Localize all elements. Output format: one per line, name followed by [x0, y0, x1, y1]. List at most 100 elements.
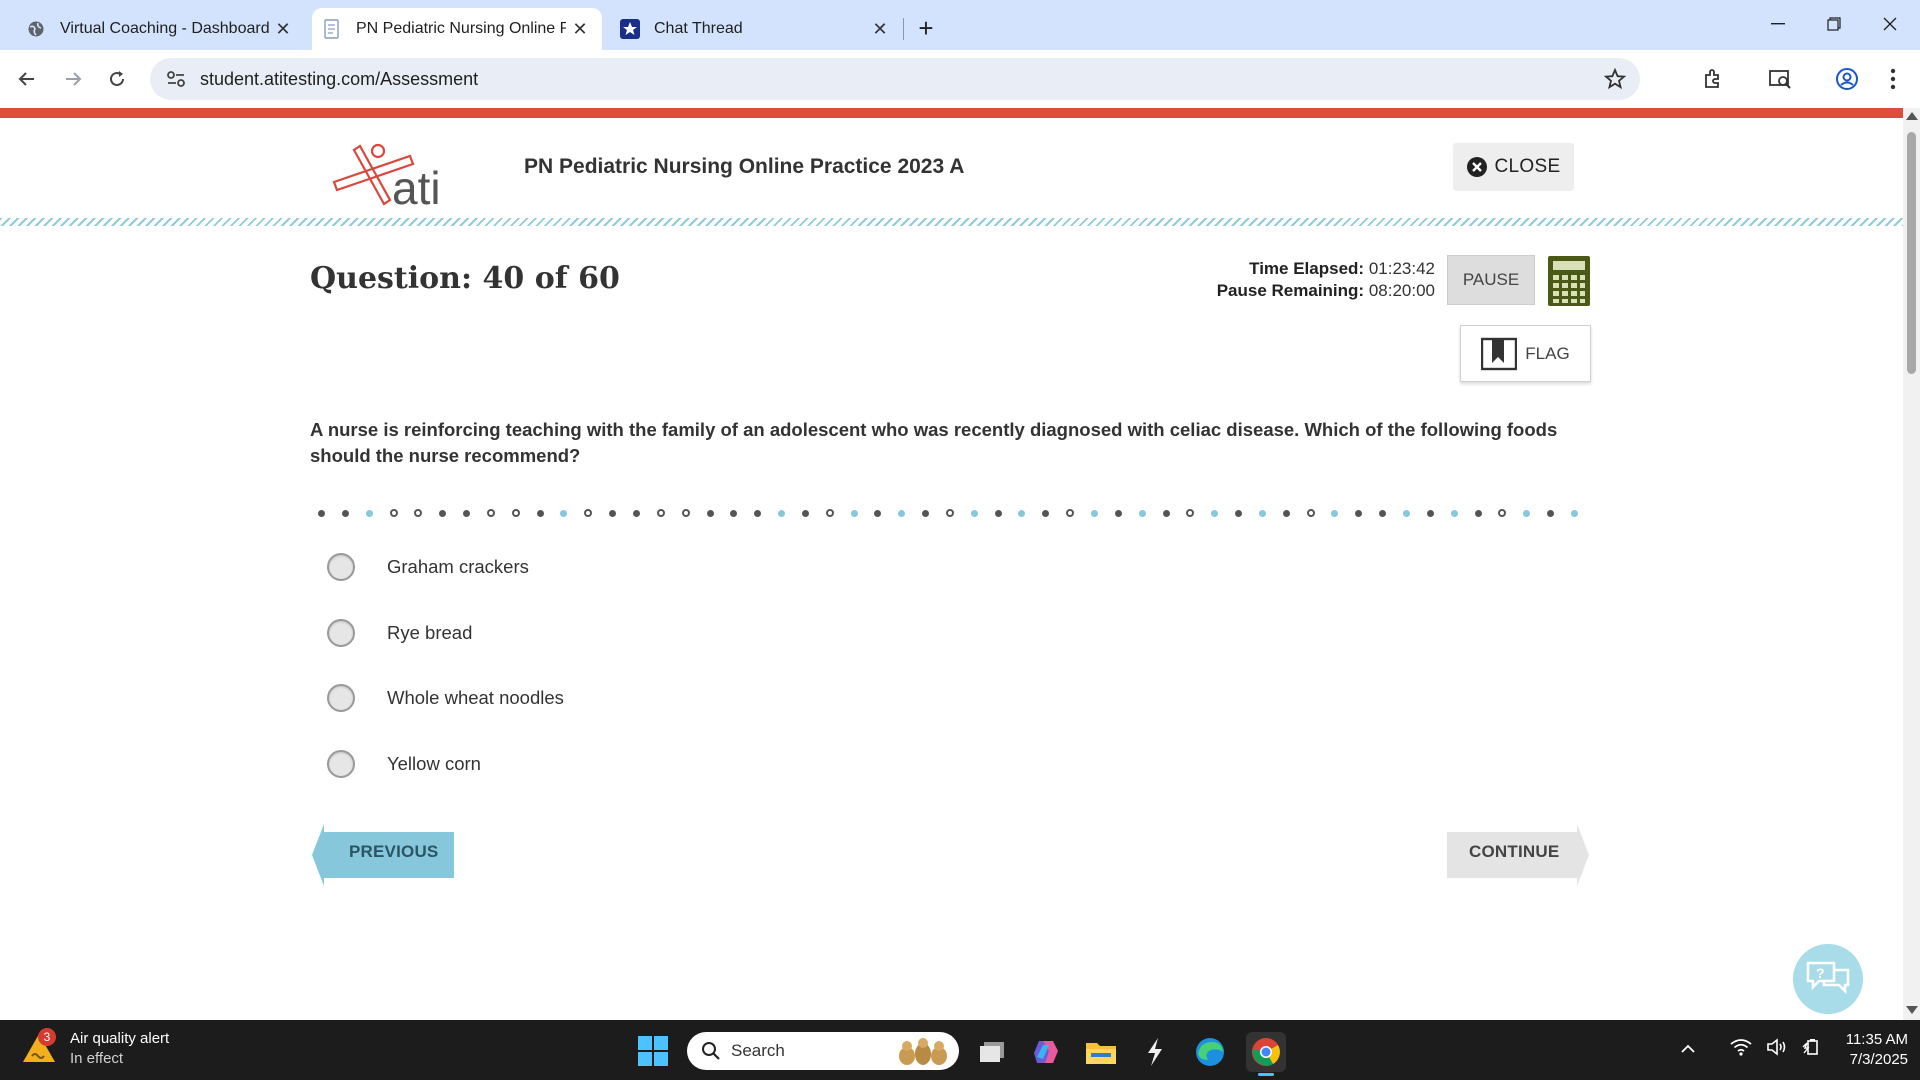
answer-option-1[interactable]: Graham crackers	[327, 547, 529, 587]
forward-icon[interactable]	[56, 62, 90, 96]
progress-dot	[1547, 509, 1555, 517]
chrome-browser-icon[interactable]	[1246, 1032, 1286, 1076]
close-button[interactable]: CLOSE	[1453, 143, 1574, 191]
pause-button[interactable]: PAUSE	[1447, 255, 1535, 305]
close-tab-icon[interactable]: ✕	[269, 15, 297, 43]
calculator-icon[interactable]	[1547, 255, 1591, 307]
active-app-indicator	[1258, 1073, 1274, 1076]
alert-subtitle: In effect	[70, 1050, 124, 1067]
volume-icon[interactable]	[1766, 1038, 1788, 1061]
chat-help-icon: ?	[1806, 961, 1850, 995]
continue-label: CONTINUE	[1469, 842, 1560, 861]
weather-widget[interactable]: 3 Air quality alert In effect	[22, 1028, 169, 1069]
restore-icon[interactable]	[1806, 4, 1862, 44]
radio-button[interactable]	[327, 684, 355, 712]
answer-option-2[interactable]: Rye bread	[327, 613, 472, 653]
help-chat-button[interactable]: ?	[1793, 944, 1863, 1014]
close-tab-icon[interactable]: ✕	[566, 15, 594, 43]
scroll-up-icon[interactable]	[1906, 112, 1918, 120]
close-tab-icon[interactable]: ✕	[866, 15, 894, 43]
tab-chat-thread[interactable]: Chat Thread ✕	[602, 8, 902, 50]
timer-panel: Time Elapsed: 01:23:42 Pause Remaining: …	[1150, 258, 1435, 302]
scroll-down-icon[interactable]	[1906, 1006, 1918, 1014]
more-menu-icon[interactable]	[1878, 64, 1908, 94]
progress-dot	[1450, 509, 1458, 517]
tab-title: Chat Thread	[654, 20, 743, 37]
radio-button[interactable]	[327, 553, 355, 581]
progress-dot	[994, 509, 1002, 517]
progress-dot	[1186, 509, 1195, 517]
previous-button[interactable]: PREVIOUS	[312, 824, 454, 886]
tab-pn-pediatric[interactable]: PN Pediatric Nursing Online Pra ✕	[312, 8, 602, 50]
url-text: student.atitesting.com/Assessment	[200, 68, 479, 89]
copilot-icon[interactable]	[1026, 1032, 1066, 1072]
taskbar-search[interactable]: Search	[687, 1032, 959, 1070]
clock-date: 7/3/2025	[1849, 1051, 1908, 1068]
bookmark-flag-icon	[1481, 337, 1518, 370]
continue-button[interactable]: CONTINUE	[1447, 824, 1589, 886]
new-tab-button[interactable]: +	[910, 12, 942, 44]
progress-dot	[584, 509, 593, 517]
progress-dot	[389, 509, 398, 517]
windows-start-icon[interactable]	[638, 1036, 668, 1071]
previous-label: PREVIOUS	[349, 842, 439, 861]
lightning-app-icon[interactable]	[1135, 1032, 1175, 1072]
progress-dot	[1570, 509, 1578, 517]
chevron-up-icon[interactable]	[1680, 1041, 1696, 1059]
answer-option-4[interactable]: Yellow corn	[327, 744, 481, 784]
reload-icon[interactable]	[100, 62, 134, 96]
radio-button[interactable]	[327, 750, 355, 778]
search-icon	[701, 1041, 721, 1061]
progress-dot	[922, 509, 930, 517]
progress-dot	[1091, 509, 1098, 517]
search-highlight-art-icon	[899, 1038, 947, 1065]
file-explorer-icon[interactable]	[1081, 1032, 1121, 1072]
clock-time: 11:35 AM	[1845, 1031, 1908, 1048]
svg-text:?: ?	[1816, 965, 1825, 981]
back-icon[interactable]	[10, 62, 44, 96]
progress-dot	[681, 509, 690, 517]
radio-button[interactable]	[327, 619, 355, 647]
progress-dot	[341, 509, 349, 517]
bookmark-star-icon[interactable]	[1603, 67, 1627, 95]
option-label: Whole wheat noodles	[387, 687, 564, 708]
option-label: Yellow corn	[387, 753, 481, 774]
brand-bar	[0, 108, 1903, 118]
question-stem: A nurse is reinforcing teaching with the…	[310, 419, 1558, 466]
system-tray	[1680, 1038, 1824, 1061]
progress-dot	[754, 509, 762, 517]
progress-dot	[1235, 509, 1243, 517]
tab-virtual-coaching[interactable]: Virtual Coaching - Dashboard ✕	[0, 8, 305, 50]
progress-dot	[632, 509, 640, 517]
wifi-icon[interactable]	[1730, 1038, 1752, 1061]
progress-dot	[1258, 509, 1266, 517]
flag-button[interactable]: FLAG	[1460, 325, 1591, 382]
progress-dot	[439, 509, 447, 517]
progress-dot	[1523, 509, 1531, 517]
taskbar-clock[interactable]: 11:35 AM 7/3/2025	[1818, 1030, 1908, 1070]
progress-dot	[1282, 509, 1290, 517]
edge-browser-icon[interactable]	[1190, 1032, 1230, 1072]
minimize-icon[interactable]	[1750, 4, 1806, 44]
progress-dot	[486, 509, 495, 517]
progress-dot	[1426, 509, 1434, 517]
media-search-icon[interactable]	[1765, 64, 1795, 94]
site-settings-icon[interactable]	[164, 70, 188, 88]
address-bar[interactable]: student.atitesting.com/Assessment	[150, 58, 1640, 100]
window-close-icon[interactable]	[1862, 4, 1918, 44]
scroll-thumb[interactable]	[1907, 132, 1916, 374]
air-quality-warning-icon: 3	[22, 1028, 56, 1066]
profile-icon[interactable]	[1832, 64, 1862, 94]
close-circle-icon	[1466, 157, 1487, 177]
exam-title: PN Pediatric Nursing Online Practice 202…	[524, 155, 965, 178]
progress-dot	[945, 509, 954, 517]
answer-option-3[interactable]: Whole wheat noodles	[327, 678, 564, 718]
progress-dot	[970, 509, 978, 517]
extensions-icon[interactable]	[1698, 64, 1728, 94]
progress-dot	[730, 509, 738, 517]
progress-dot	[511, 509, 520, 517]
task-view-icon[interactable]	[972, 1032, 1012, 1072]
header-divider	[0, 218, 1903, 226]
page-scrollbar[interactable]	[1903, 108, 1920, 1020]
progress-dot	[365, 509, 373, 517]
